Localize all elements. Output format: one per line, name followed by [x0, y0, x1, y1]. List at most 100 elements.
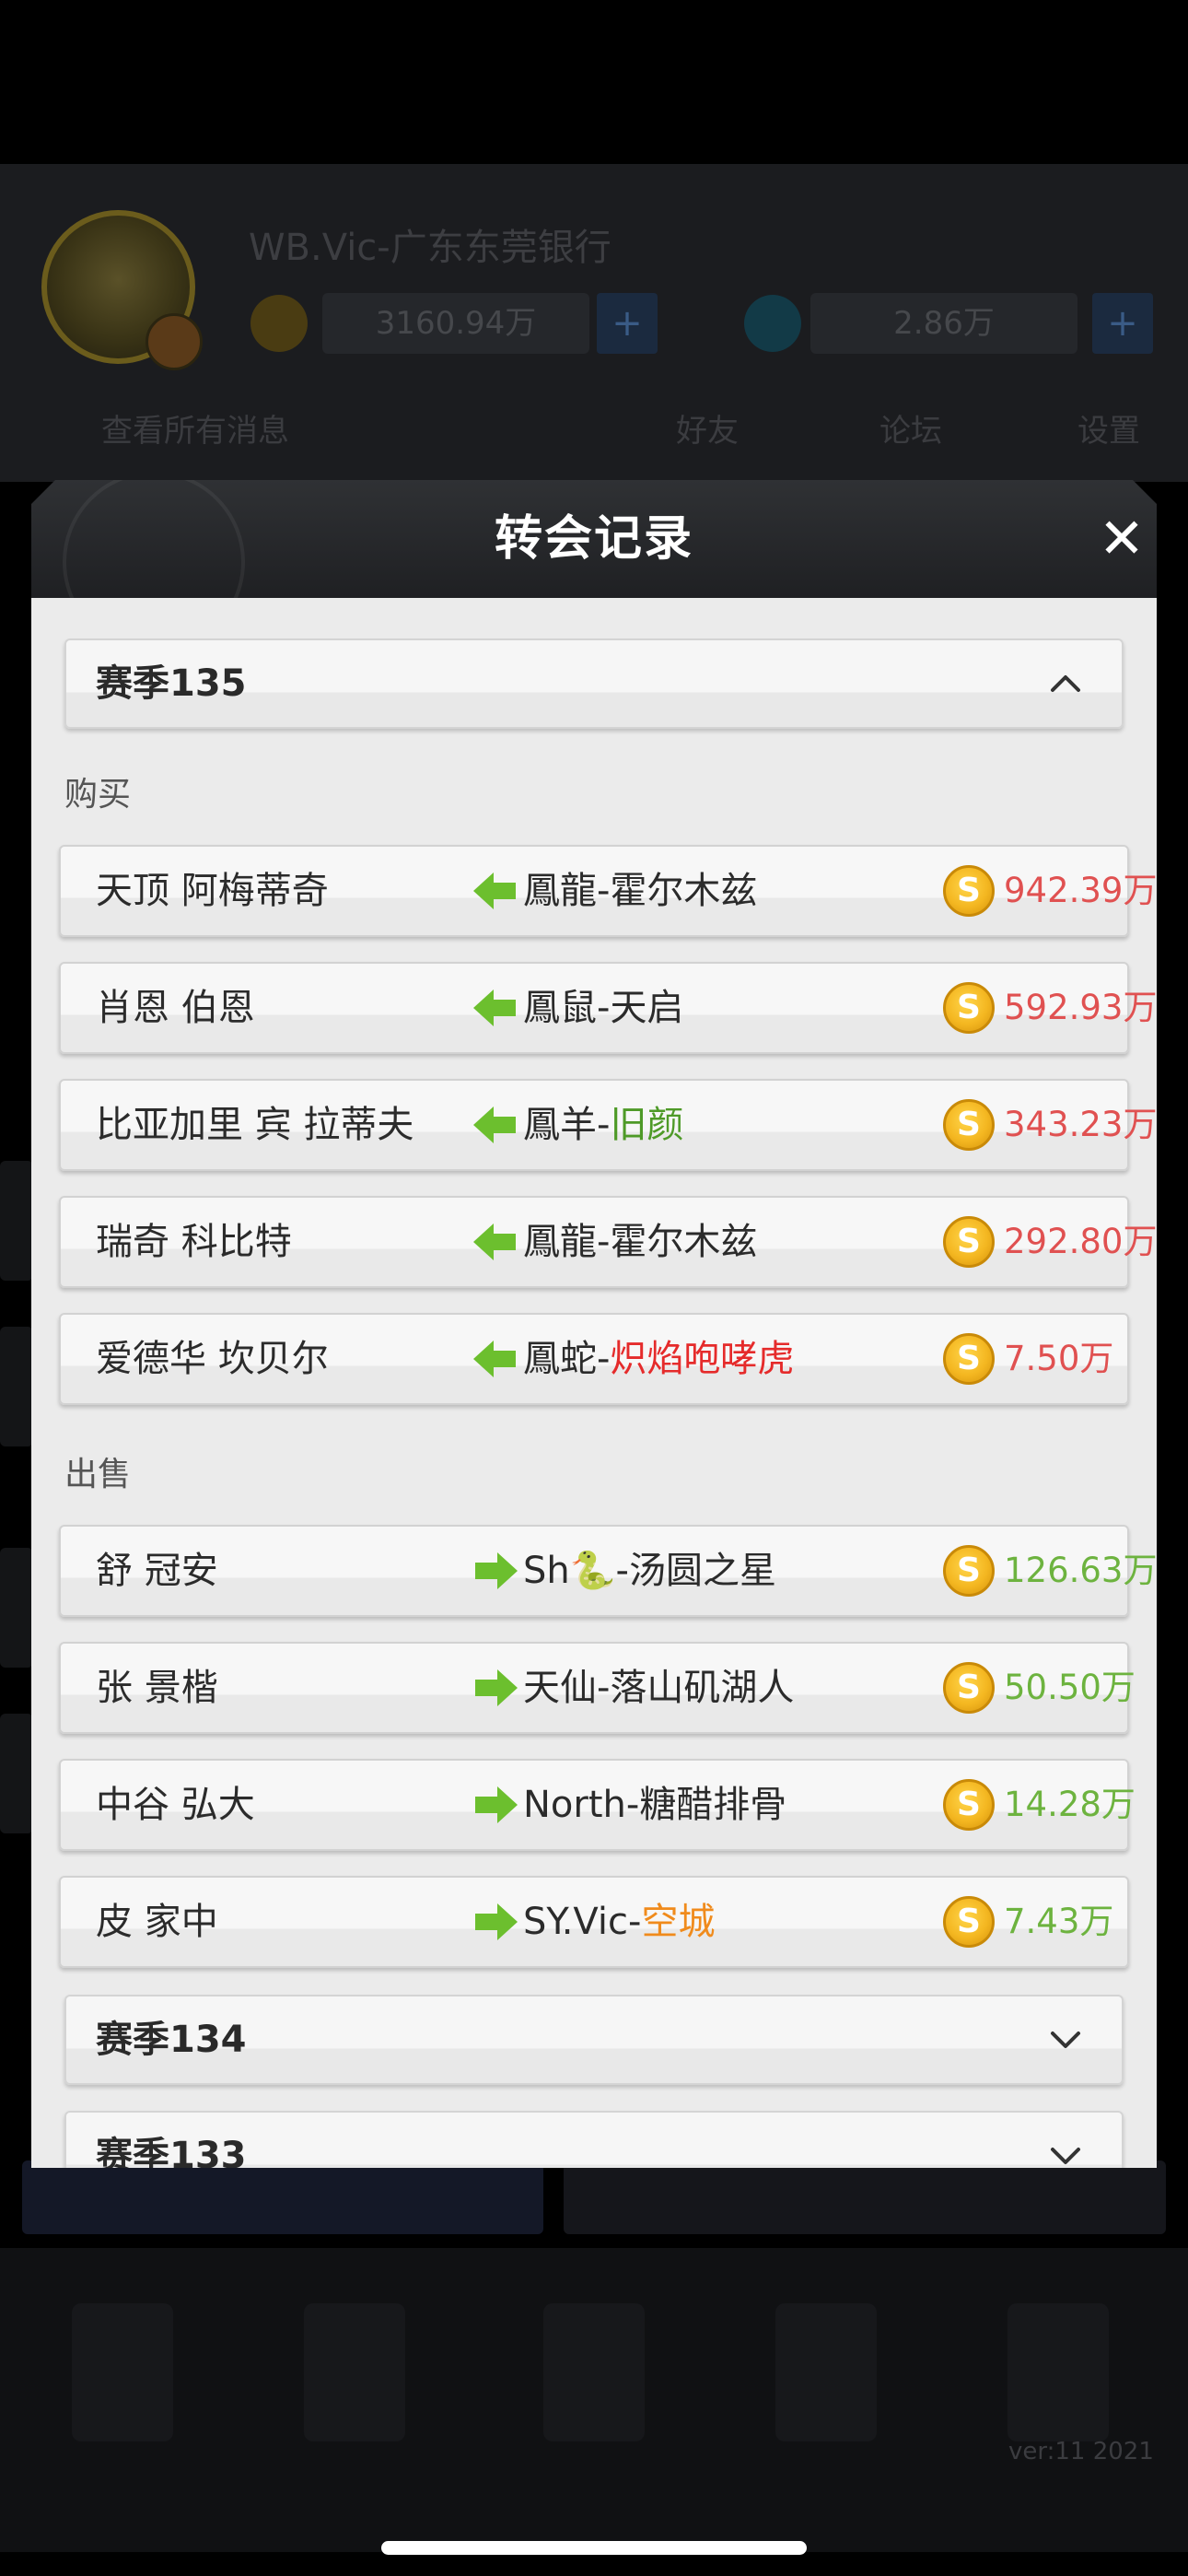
player-name: 天顶 阿梅蒂奇 [96, 870, 329, 912]
arrow-left-icon [473, 989, 516, 1026]
player-name: 比亚加里 宾 拉蒂夫 [96, 1104, 414, 1146]
team-title: 旧颜 [610, 1104, 684, 1146]
diamond-icon [744, 295, 801, 352]
team-prefix: 鳳龍- [523, 1221, 611, 1263]
player-name: 皮 家中 [96, 1901, 218, 1943]
player-name: 肖恩 伯恩 [96, 987, 255, 1029]
team-title: 落山矶湖人 [610, 1667, 795, 1709]
team-title: 汤圆之星 [628, 1550, 776, 1592]
season-label: 赛季133 [96, 2135, 247, 2168]
buy-section-label: 购买 [64, 776, 132, 814]
modal-body[interactable]: 赛季135 购买 天顶 阿梅蒂奇 鳳龍-霍尔木兹 S 942.39万 肖恩 伯恩… [31, 598, 1157, 2168]
close-icon[interactable]: ✕ [1092, 509, 1151, 568]
team-title: 炽焰咆哮虎 [610, 1338, 795, 1380]
arrow-right-icon [475, 1552, 518, 1589]
chevron-up-icon [1051, 675, 1080, 692]
transfer-row[interactable]: 爱德华 坎贝尔 鳳蛇-炽焰咆哮虎 S 7.50万 [59, 1313, 1129, 1405]
player-name: 爱德华 坎贝尔 [96, 1338, 329, 1380]
sell-section-label: 出售 [64, 1456, 132, 1493]
arrow-left-icon [473, 1341, 516, 1377]
season-label: 赛季135 [96, 662, 247, 705]
transfer-row[interactable]: 比亚加里 宾 拉蒂夫 鳳羊-旧颜 S 343.23万 [59, 1079, 1157, 1171]
gold-coin-icon: S [943, 1099, 995, 1151]
player-name: 中谷 弘大 [96, 1784, 255, 1826]
background-card [564, 2160, 1166, 2234]
player-name: 舒 冠安 [96, 1550, 218, 1592]
background-side-tab [0, 1161, 33, 1281]
team-prefix: 鳳龍- [523, 870, 611, 912]
team-prefix: 鳳羊- [523, 1104, 611, 1146]
background-side-tab [0, 1548, 33, 1668]
avatar-badge [146, 313, 203, 370]
team-name: North-糖醋排骨 [523, 1761, 786, 1849]
diamond-amount: 2.86万 [810, 293, 1077, 354]
gold-coin-icon: S [943, 982, 995, 1034]
team-title: 糖醋排骨 [639, 1784, 787, 1826]
team-name: 鳳龍-霍尔木兹 [523, 847, 757, 935]
transfer-row[interactable]: 瑞奇 科比特 鳳龍-霍尔木兹 S 292.80万 [59, 1196, 1157, 1288]
background-username: WB.Vic-广东东莞银行 [249, 227, 611, 269]
background-side-tab [0, 1327, 33, 1446]
home-indicator[interactable] [381, 2541, 807, 2555]
player-name: 张 景楷 [96, 1667, 218, 1709]
team-title: 天启 [610, 987, 684, 1029]
background-nav-item [775, 2303, 877, 2441]
transfer-row[interactable]: 张 景楷 天仙-落山矶湖人 S 50.50万 [59, 1642, 1136, 1734]
team-title: 霍尔木兹 [610, 1221, 758, 1263]
gold-coin-icon: S [943, 1216, 995, 1268]
transfer-row[interactable]: 皮 家中 SY.Vic-空城 S 7.43万 [59, 1876, 1129, 1968]
transfer-price: 942.39万 [1004, 871, 1157, 910]
team-name: 鳳羊-旧颜 [523, 1081, 683, 1169]
arrow-right-icon [475, 1786, 518, 1823]
team-name: SY.Vic-空城 [523, 1878, 715, 1966]
background-messages: 查看所有消息 [101, 413, 289, 450]
transfer-price: 50.50万 [1004, 1668, 1136, 1707]
transfer-price: 292.80万 [1004, 1222, 1157, 1261]
background-settings: 设置 [1077, 413, 1140, 450]
arrow-left-icon [473, 872, 516, 909]
team-title: 霍尔木兹 [610, 870, 758, 912]
gold-coin-icon: S [943, 1896, 995, 1948]
team-prefix: North- [523, 1784, 640, 1826]
season-label: 赛季134 [96, 2019, 247, 2061]
season-133-header[interactable]: 赛季133 [64, 2111, 1124, 2168]
transfer-row[interactable]: 天顶 阿梅蒂奇 鳳龍-霍尔木兹 S 942.39万 [59, 845, 1157, 937]
season-134-header[interactable]: 赛季134 [64, 1995, 1124, 2085]
background-forum: 论坛 [879, 413, 942, 450]
version-label: ver:11 2021 [1008, 2438, 1154, 2465]
arrow-left-icon [473, 1107, 516, 1143]
team-prefix: 鳳鼠- [523, 987, 611, 1029]
transfer-row[interactable]: 舒 冠安 Sh🐍-汤圆之星 S 126.63万 [59, 1525, 1157, 1617]
gold-amount: 3160.94万 [322, 293, 589, 354]
arrow-right-icon [475, 1903, 518, 1940]
team-prefix: 鳳蛇- [523, 1338, 611, 1380]
team-prefix: SY.Vic- [523, 1901, 642, 1943]
team-name: 天仙-落山矶湖人 [523, 1644, 794, 1732]
transfer-row[interactable]: 中谷 弘大 North-糖醋排骨 S 14.28万 [59, 1759, 1136, 1851]
background-friends: 好友 [676, 413, 739, 450]
background-nav-item [72, 2303, 173, 2441]
season-135-header[interactable]: 赛季135 [64, 638, 1124, 729]
background-nav-item [1007, 2303, 1109, 2441]
gold-coin-icon: S [943, 1545, 995, 1597]
add-gold-button: + [597, 293, 658, 354]
background-nav-item [304, 2303, 405, 2441]
team-title: 空城 [641, 1901, 716, 1943]
chevron-down-icon [1051, 2148, 1080, 2164]
background-card [22, 2160, 543, 2234]
gold-coin-icon: S [943, 1779, 995, 1831]
add-diamond-button: + [1092, 293, 1153, 354]
team-name: 鳳蛇-炽焰咆哮虎 [523, 1315, 794, 1403]
transfer-price: 343.23万 [1004, 1105, 1157, 1144]
transfer-row[interactable]: 肖恩 伯恩 鳳鼠-天启 S 592.93万 [59, 962, 1157, 1054]
modal-title: 转会记录 [494, 511, 693, 567]
transfer-price: 14.28万 [1004, 1785, 1136, 1824]
transfer-record-modal: 转会记录 ✕ 赛季135 购买 天顶 阿梅蒂奇 鳳龍-霍尔木兹 S 942.39… [31, 480, 1157, 2168]
team-name: Sh🐍-汤圆之星 [523, 1527, 776, 1615]
gold-coin-icon: S [943, 1662, 995, 1714]
team-prefix: Sh🐍- [523, 1550, 629, 1592]
player-name: 瑞奇 科比特 [96, 1221, 292, 1263]
gold-coin-icon [250, 295, 308, 352]
team-name: 鳳鼠-天启 [523, 964, 683, 1052]
background-nav-item [543, 2303, 645, 2441]
